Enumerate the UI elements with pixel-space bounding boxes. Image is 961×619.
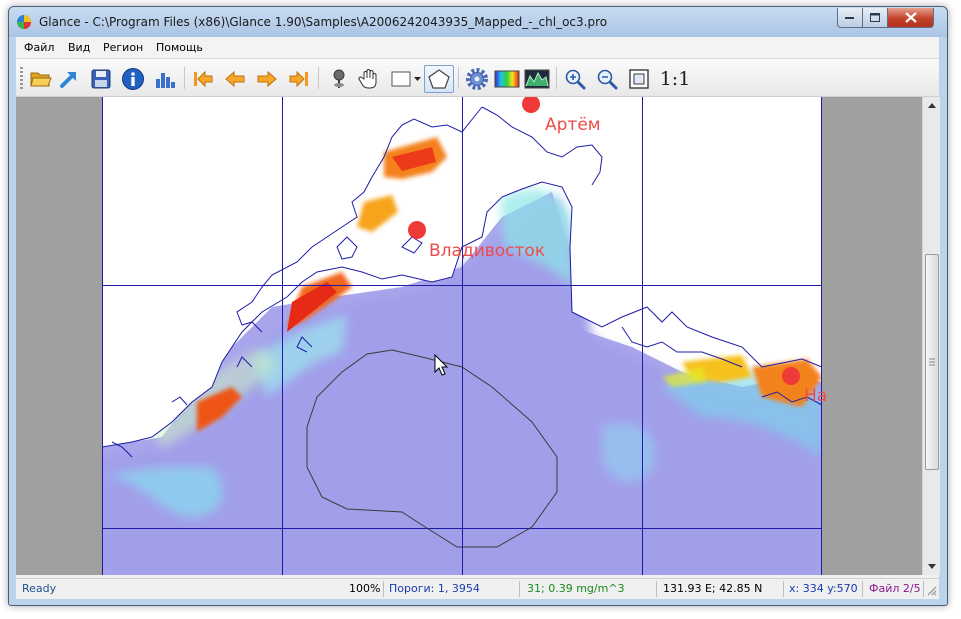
status-pixel-xy: x: 334 y:570 (789, 582, 858, 595)
first-file-button[interactable] (190, 66, 216, 92)
status-geo-coordinates: 131.93 E; 42.85 N (663, 582, 763, 595)
toolbar: 1:1 (16, 59, 939, 97)
previous-file-button[interactable] (222, 66, 248, 92)
scroll-thumb[interactable] (925, 254, 939, 470)
maximize-icon (870, 13, 880, 22)
status-bar: Ready 100% Пороги: 1, 3954 31; 0.39 mg/m… (16, 578, 939, 599)
histogram-icon (156, 73, 175, 88)
title-bar[interactable]: Glance - C:\Program Files (x86)\Glance 1… (9, 7, 947, 37)
city-label-nakhodka: На (804, 386, 828, 406)
close-icon (904, 12, 917, 23)
next-file-button[interactable] (254, 66, 280, 92)
vertical-scrollbar[interactable] (922, 97, 940, 575)
export-arrow-icon (60, 72, 76, 88)
status-divider (519, 581, 520, 597)
menu-file[interactable]: Файл (24, 41, 54, 54)
toolbar-separator (458, 67, 459, 89)
city-label-artyom: Артём (545, 115, 601, 135)
menu-bar: Файл Вид Регион Помощь (16, 37, 939, 59)
chevron-down-icon (413, 76, 421, 81)
scroll-up-button[interactable] (923, 97, 940, 114)
city-marker-vladivostok[interactable] (408, 221, 426, 239)
status-divider (923, 581, 924, 597)
grip-icon (929, 358, 935, 366)
histogram-button[interactable] (152, 66, 178, 92)
window-title: Glance - C:\Program Files (x86)\Glance 1… (39, 15, 608, 29)
pin-button[interactable] (326, 66, 352, 92)
status-ready: Ready (22, 582, 57, 595)
rectangle-select-icon (391, 71, 411, 87)
menu-view[interactable]: Вид (68, 41, 90, 54)
first-file-icon (194, 70, 213, 88)
spectrum-button[interactable] (524, 66, 550, 92)
polygon-select-icon (428, 69, 450, 89)
status-file-index: Файл 2/5 (869, 582, 921, 595)
toolbar-separator (318, 67, 319, 89)
pan-button[interactable] (356, 66, 382, 92)
minimize-button[interactable] (837, 8, 863, 28)
toolbar-separator (556, 67, 557, 89)
rectangle-select-button[interactable] (388, 66, 414, 92)
scroll-down-button[interactable] (923, 558, 940, 575)
resize-grip-icon[interactable] (925, 584, 937, 596)
next-file-icon (257, 70, 277, 88)
info-button[interactable] (120, 66, 146, 92)
zoom-fit-button[interactable] (626, 66, 652, 92)
status-divider (383, 581, 384, 597)
open-button[interactable] (28, 66, 54, 92)
settings-gear-icon (466, 68, 488, 90)
palette-icon (494, 70, 520, 88)
city-label-vladivostok: Владивосток (429, 241, 546, 261)
status-divider (783, 581, 784, 597)
close-button[interactable] (887, 8, 934, 28)
chevron-up-icon (927, 103, 936, 108)
status-divider (862, 581, 863, 597)
save-icon (91, 69, 111, 89)
city-marker-nakhodka[interactable] (782, 367, 800, 385)
chlorophyll-map[interactable]: Артём Владивосток На (102, 97, 827, 575)
pin-icon (333, 69, 345, 88)
zoom-actual-size-button[interactable]: 1:1 (656, 66, 694, 92)
export-button[interactable] (56, 66, 82, 92)
status-zoom: 100% (349, 582, 381, 595)
settings-button[interactable] (464, 66, 490, 92)
selection-mode-dropdown[interactable] (412, 66, 422, 92)
glance-app-icon (17, 15, 31, 29)
client-area: Файл Вид Регион Помощь 1:1 Артём Владиво… (16, 37, 940, 599)
maximize-button[interactable] (862, 8, 888, 28)
chevron-down-icon (927, 564, 936, 569)
spectrum-icon (524, 69, 550, 89)
menu-help[interactable]: Помощь (156, 41, 203, 54)
zoom-out-button[interactable] (594, 66, 620, 92)
save-button[interactable] (88, 66, 114, 92)
status-divider (656, 581, 657, 597)
hand-pan-icon (358, 69, 377, 89)
zoom-in-icon (565, 69, 586, 90)
zoom-in-button[interactable] (562, 66, 588, 92)
toolbar-grip[interactable] (20, 67, 23, 89)
menu-region[interactable]: Регион (103, 41, 143, 54)
last-file-button[interactable] (286, 66, 312, 92)
open-folder-icon (30, 72, 52, 87)
polygon-select-button[interactable] (424, 65, 454, 93)
zoom-out-icon (597, 69, 618, 90)
palette-button[interactable] (494, 66, 520, 92)
zoom-fit-icon (629, 69, 649, 89)
status-thresholds: Пороги: 1, 3954 (389, 582, 480, 595)
toolbar-separator (184, 67, 185, 89)
map-viewport[interactable]: Артём Владивосток На (16, 97, 922, 575)
status-pixel-value: 31; 0.39 mg/m^3 (527, 582, 625, 595)
application-window: Glance - C:\Program Files (x86)\Glance 1… (8, 6, 948, 606)
minimize-icon (845, 16, 854, 19)
info-icon (122, 68, 144, 90)
previous-file-icon (225, 70, 245, 88)
last-file-icon (289, 70, 308, 88)
